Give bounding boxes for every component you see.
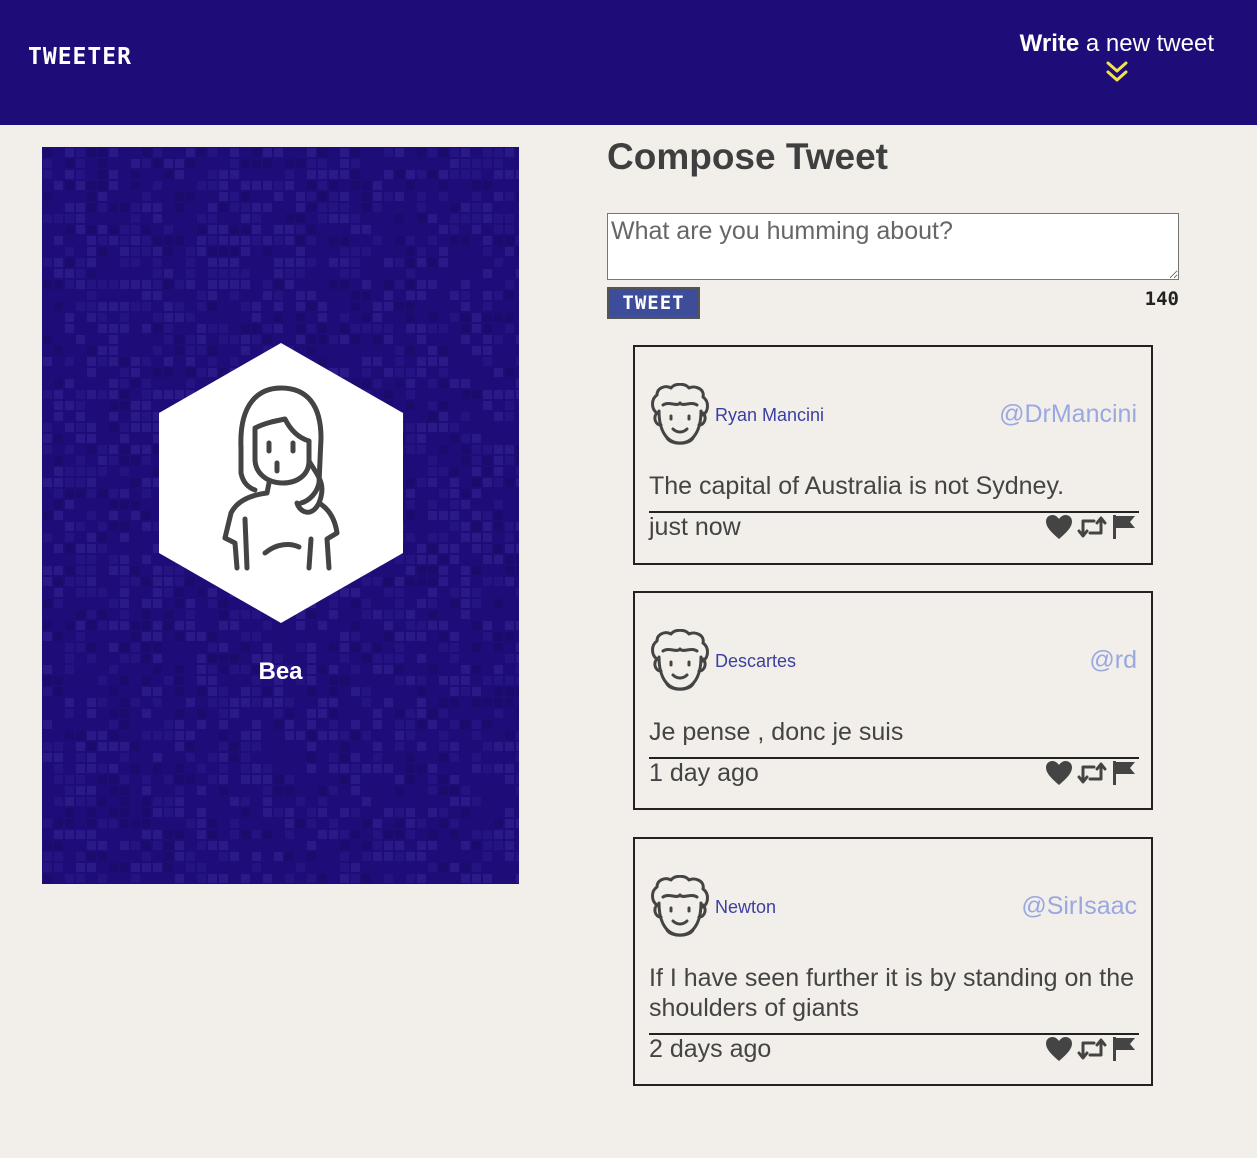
profile-card: Bea [42, 147, 519, 884]
profile-name: Bea [258, 658, 303, 685]
tweet-handle[interactable]: @DrMancini [999, 400, 1137, 429]
tweet-content: The capital of Australia is not Sydney. [649, 472, 1065, 500]
flag-icon[interactable] [1111, 514, 1137, 544]
compose-title: Compose Tweet [607, 136, 888, 177]
tweet-handle[interactable]: @rd [1089, 646, 1137, 675]
write-new-tweet-label: Write a new tweet [1019, 30, 1214, 57]
brand-logo: TWEETER [28, 44, 132, 70]
tweet-content: If I have seen further it is by standing… [649, 964, 1135, 1022]
tweet-card: Descartes @rd Je pense , donc je suis 1 day… [633, 591, 1153, 810]
tweet-actions [1045, 514, 1137, 544]
tweet-button[interactable]: TWEET [607, 287, 700, 319]
tweet-card: Ryan Mancini @DrMancini The capital of Aus… [633, 345, 1153, 565]
flag-icon[interactable] [1111, 1036, 1137, 1066]
tweet-username[interactable]: Ryan Mancini [715, 405, 824, 426]
tweet-content: Je pense , donc je suis [649, 718, 904, 746]
tweet-input[interactable] [607, 213, 1179, 280]
character-counter: 140 [1144, 288, 1179, 310]
heart-icon[interactable] [1045, 1036, 1073, 1066]
retweet-icon[interactable] [1077, 515, 1107, 543]
flag-icon[interactable] [1111, 760, 1137, 790]
heart-icon[interactable] [1045, 760, 1073, 790]
write-new-tweet-toggle[interactable]: Write a new tweet [1020, 30, 1214, 84]
tweet-timestamp: 2 days ago [649, 1035, 772, 1063]
tweet-handle[interactable]: @SirIsaac [1021, 892, 1137, 921]
curly-hair-man-avatar-icon [651, 383, 709, 445]
retweet-icon[interactable] [1077, 761, 1107, 789]
top-navbar: TWEETER Write a new tweet [0, 0, 1257, 125]
double-chevron-down-icon [1106, 61, 1128, 82]
tweet-username[interactable]: Descartes [715, 651, 796, 672]
curly-hair-man-avatar-icon [651, 875, 709, 937]
retweet-icon[interactable] [1077, 1037, 1107, 1065]
tweet-timestamp: just now [649, 513, 741, 541]
curly-hair-man-avatar-icon [651, 629, 709, 691]
tweet-actions [1045, 1036, 1137, 1066]
tweet-actions [1045, 760, 1137, 790]
tweet-card: Newton @SirIsaac If I have seen further it… [633, 837, 1153, 1086]
profile-avatar [159, 343, 403, 623]
tweet-timestamp: 1 day ago [649, 759, 759, 787]
tweet-username[interactable]: Newton [715, 897, 776, 918]
heart-icon[interactable] [1045, 514, 1073, 544]
